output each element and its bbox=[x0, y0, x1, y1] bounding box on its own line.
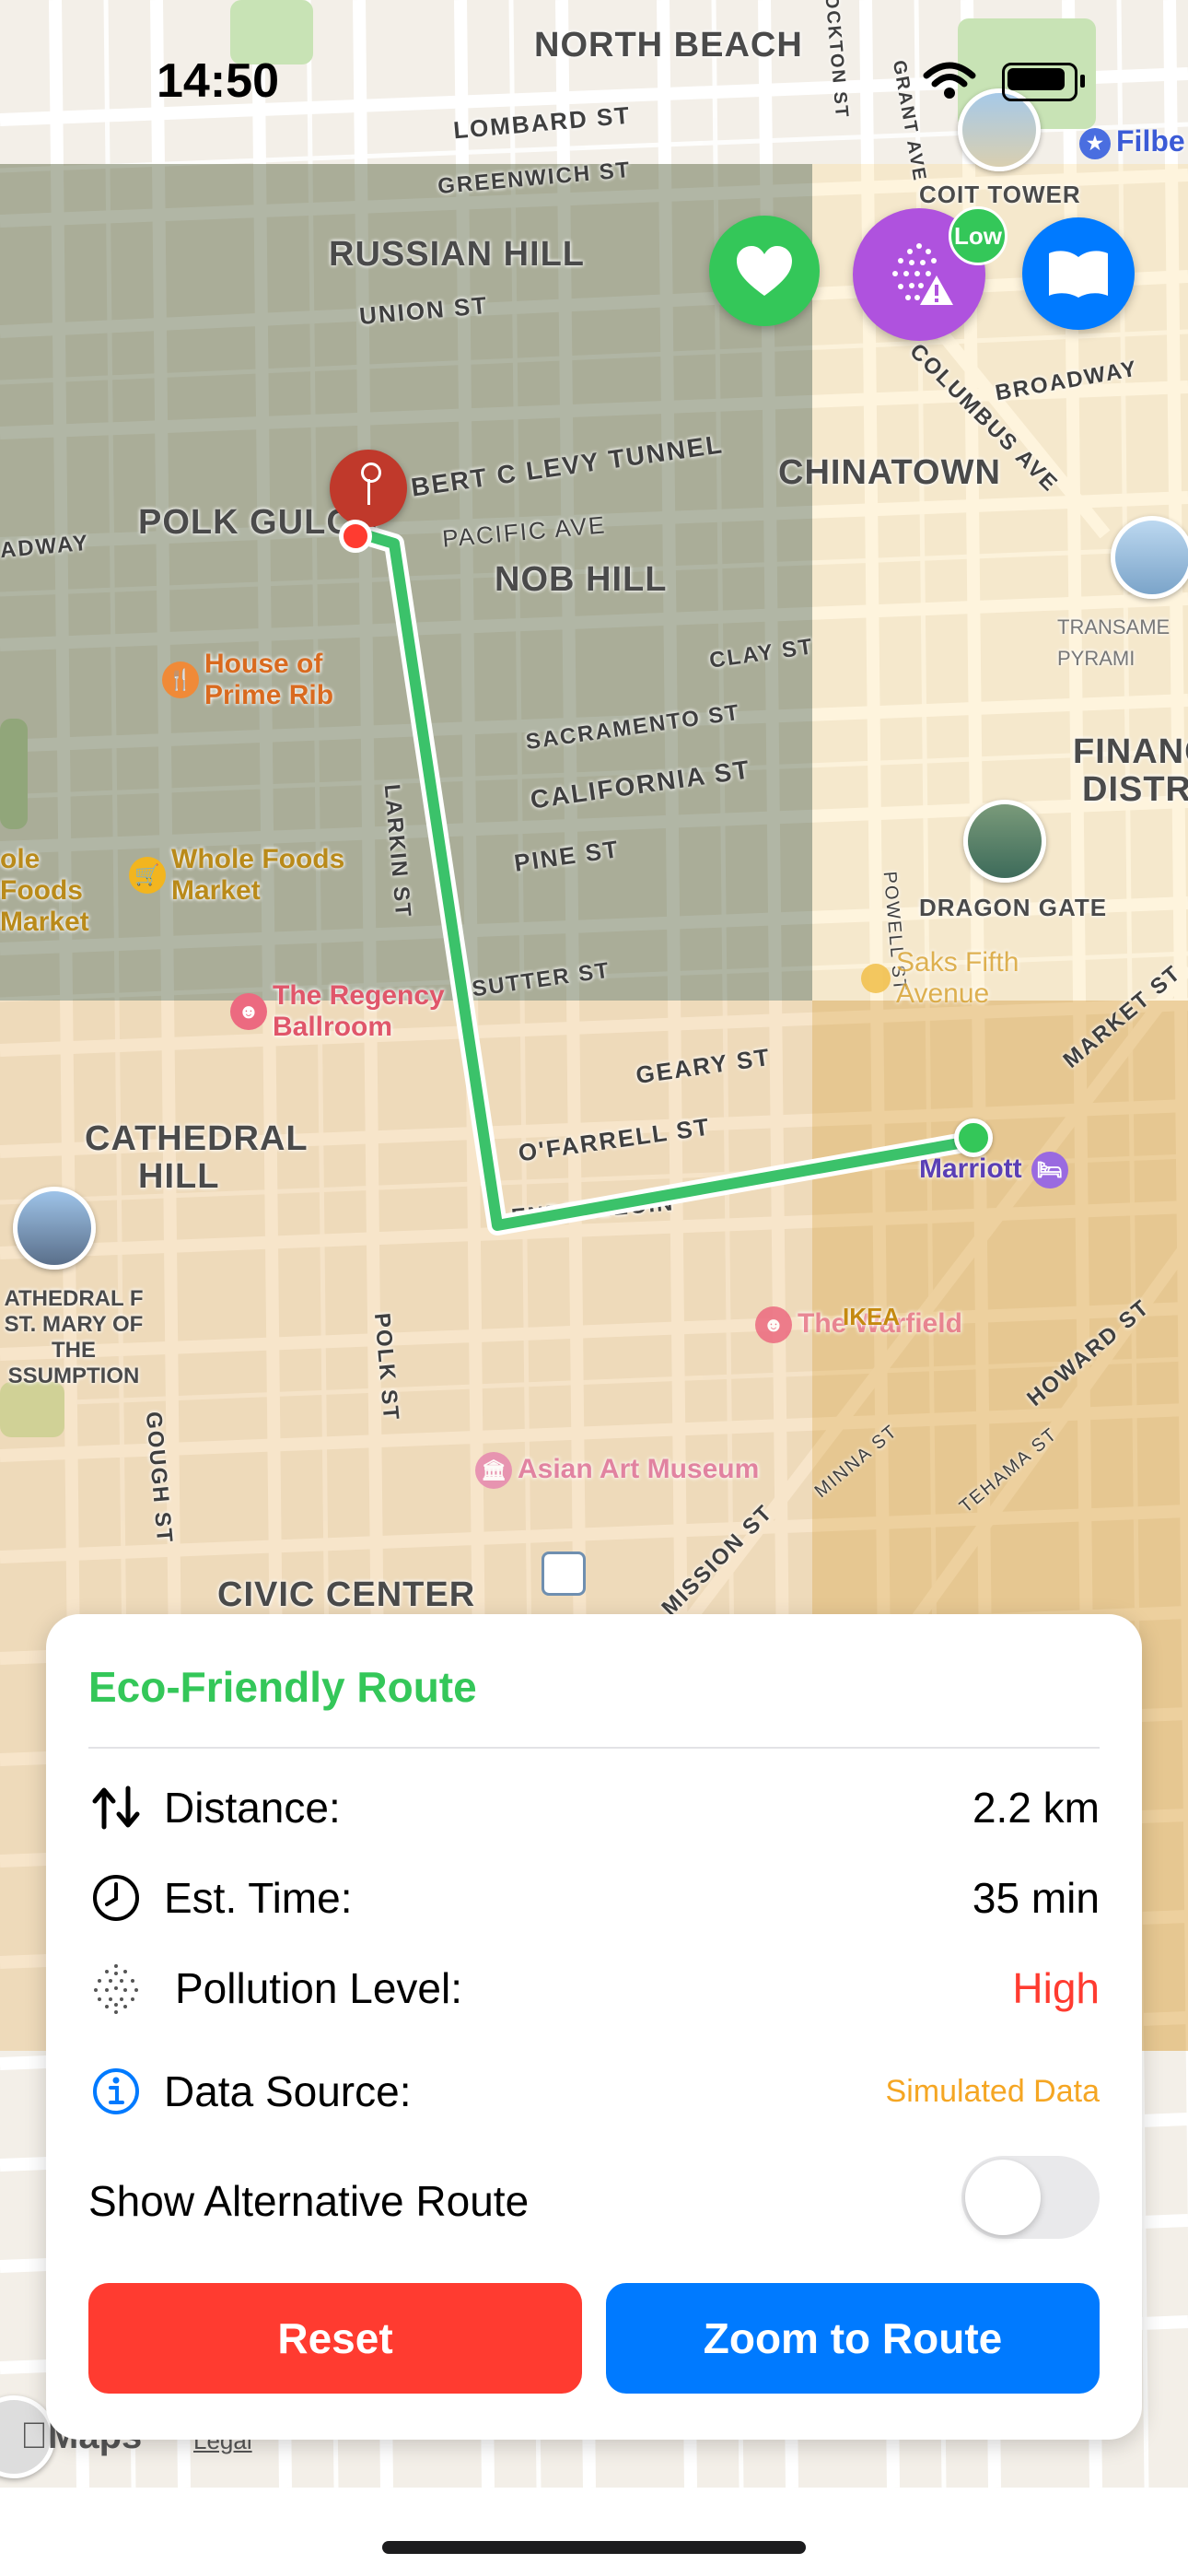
info-icon bbox=[88, 2064, 144, 2119]
battery-icon bbox=[1002, 63, 1085, 101]
alt-route-toggle[interactable] bbox=[961, 2156, 1100, 2239]
distance-row: Distance: 2.2 km bbox=[88, 1780, 1100, 1835]
home-indicator[interactable] bbox=[382, 2541, 806, 2554]
pollution-label: Pollution Level: bbox=[175, 1964, 462, 2012]
time-label: Est. Time: bbox=[164, 1874, 353, 1922]
distance-label: Distance: bbox=[164, 1784, 341, 1832]
time-row: Est. Time: 35 min bbox=[88, 1870, 1100, 1926]
divider bbox=[88, 1747, 1100, 1749]
alt-route-label: Show Alternative Route bbox=[88, 2177, 530, 2225]
destination-pin-icon[interactable] bbox=[330, 450, 407, 527]
bottom-safe-area bbox=[0, 2488, 1188, 2576]
data-source-label: Data Source: bbox=[164, 2067, 412, 2115]
pollution-value: High bbox=[1012, 1964, 1100, 2012]
heart-icon bbox=[737, 246, 792, 296]
screen: NORTH BEACH RUSSIAN HILL CHINATOWN POLK … bbox=[0, 0, 1188, 2576]
route-title: Eco-Friendly Route bbox=[88, 1663, 477, 1711]
dots-icon bbox=[88, 1961, 144, 2016]
distance-value: 2.2 km bbox=[972, 1784, 1100, 1832]
pollution-level-badge: Low bbox=[949, 206, 1007, 265]
status-time: 14:50 bbox=[157, 54, 279, 108]
clock-icon bbox=[88, 1870, 144, 1926]
route-arrows-icon bbox=[88, 1780, 144, 1835]
route-info-panel: Eco-Friendly Route Distance: 2.2 km Est.… bbox=[46, 1614, 1142, 2440]
book-icon bbox=[1049, 251, 1108, 298]
route-end-dot bbox=[954, 1118, 993, 1157]
data-source-value: Simulated Data bbox=[885, 2073, 1100, 2109]
favorite-button[interactable] bbox=[709, 216, 820, 326]
time-value: 35 min bbox=[972, 1874, 1100, 1922]
data-source-row: Data Source: Simulated Data bbox=[88, 2064, 1100, 2119]
toggle-knob bbox=[965, 2160, 1041, 2235]
wifi-icon bbox=[923, 62, 976, 99]
route-start-dot bbox=[339, 520, 372, 553]
pollution-row: Pollution Level: High bbox=[88, 1961, 1100, 2016]
zoom-to-route-button[interactable]: Zoom to Route bbox=[606, 2283, 1100, 2394]
pollution-warning-icon bbox=[892, 243, 953, 305]
reset-button[interactable]: Reset bbox=[88, 2283, 582, 2394]
guide-button[interactable] bbox=[1022, 217, 1135, 330]
